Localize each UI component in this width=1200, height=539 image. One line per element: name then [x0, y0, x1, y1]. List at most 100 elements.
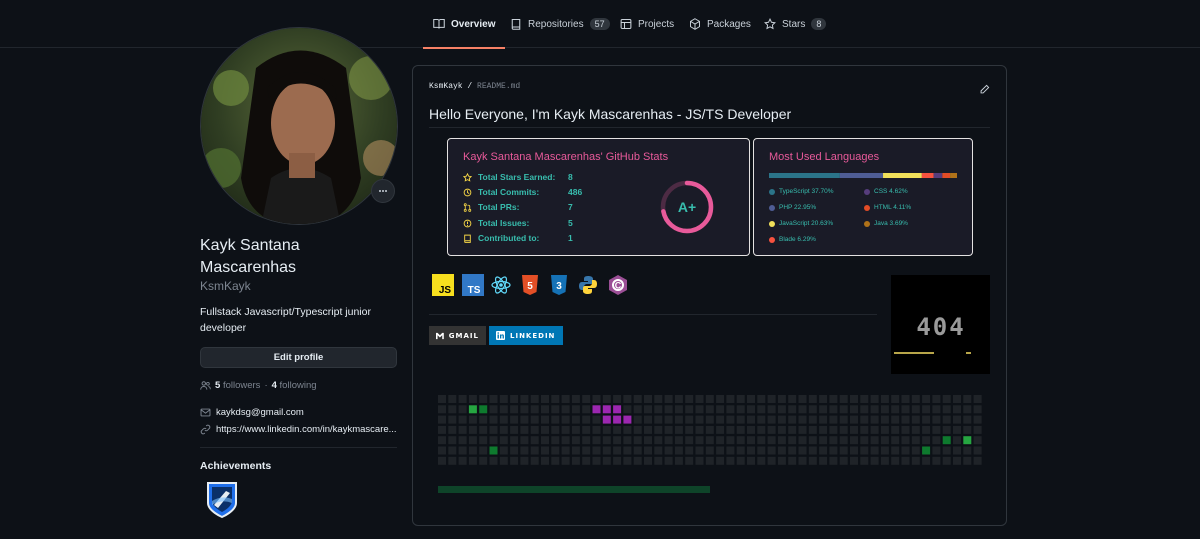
readme-owner-link[interactable]: KsmKayk	[429, 82, 463, 91]
csharp-icon-label: C	[615, 281, 622, 291]
contribution-cell	[891, 456, 900, 465]
contribution-cell	[438, 436, 446, 445]
stat-row-prs: Total PRs: 7	[463, 202, 573, 212]
contribution-cell	[860, 395, 869, 403]
contribution-cell	[891, 405, 900, 414]
gmail-badge[interactable]: GMAIL	[429, 326, 486, 345]
contribution-cell	[922, 405, 931, 414]
website-item[interactable]: https://www.linkedin.com/in/kaykmascare.…	[200, 424, 397, 435]
contribution-cell	[674, 436, 683, 445]
contribution-cell	[829, 446, 838, 455]
contribution-cell	[520, 456, 529, 465]
contribution-cell	[726, 456, 735, 465]
contribution-cell	[705, 405, 714, 414]
contribution-cell	[963, 456, 972, 465]
avatar[interactable]	[200, 27, 398, 225]
contribution-cell	[932, 456, 941, 465]
tab-stars[interactable]: Stars 8	[764, 0, 827, 48]
contribution-cell	[695, 425, 704, 434]
contribution-cell	[757, 436, 766, 445]
contribution-cell	[870, 395, 879, 403]
tab-label: Repositories	[528, 18, 584, 30]
contribution-cell	[963, 425, 972, 434]
contribution-cell	[438, 415, 446, 424]
following-link[interactable]: 4 following	[272, 380, 317, 391]
contribution-cell	[870, 446, 879, 455]
contribution-cell	[901, 405, 910, 414]
stat-row-stars: Total Stars Earned: 8	[463, 172, 573, 182]
contribution-cell	[891, 415, 900, 424]
edit-profile-button[interactable]: Edit profile	[200, 347, 397, 368]
contribution-cell	[839, 395, 848, 403]
contribution-cell	[973, 425, 982, 434]
stat-value: 486	[568, 187, 583, 197]
contribution-cell	[911, 436, 920, 445]
contribution-cell	[530, 405, 539, 414]
rank-label: A+	[678, 199, 696, 215]
contribution-cell	[705, 415, 714, 424]
mail-icon	[200, 408, 211, 417]
contribution-cell	[716, 395, 725, 403]
contribution-cell	[716, 446, 725, 455]
contribution-cell	[571, 405, 580, 414]
tab-packages[interactable]: Packages	[689, 0, 751, 48]
contribution-cell	[942, 415, 951, 424]
contribution-cell	[932, 436, 941, 445]
tab-overview[interactable]: Overview	[422, 0, 507, 49]
contribution-cell	[468, 436, 477, 445]
pull-request-icon	[463, 202, 472, 212]
contribution-cell	[726, 415, 735, 424]
people-icon	[200, 381, 211, 390]
contribution-cell	[654, 425, 663, 434]
contribution-cell	[654, 405, 663, 414]
contribution-cell	[942, 446, 951, 455]
contribution-cell	[747, 436, 755, 445]
language-item: Java 3.69%	[864, 220, 908, 227]
contribution-cell	[644, 446, 652, 455]
top-languages-card[interactable]: Most Used Languages TypeScript 37.70% CS…	[753, 138, 973, 256]
contribution-cell	[664, 405, 673, 414]
contribution-snake-graph	[438, 395, 982, 493]
tab-repositories[interactable]: Repositories 57	[510, 0, 610, 48]
contribution-cell	[541, 425, 549, 434]
contribution-cell	[819, 415, 828, 424]
set-status-button[interactable]	[371, 179, 395, 203]
linkedin-badge[interactable]: LINKEDIN	[489, 326, 563, 345]
contribution-cell	[963, 446, 972, 455]
github-stats-card[interactable]: Kayk Santana Mascarenhas' GitHub Stats T…	[447, 138, 750, 256]
contribution-cell	[551, 395, 560, 403]
contribution-cell	[602, 446, 611, 455]
contribution-cell	[932, 446, 941, 455]
contribution-cell	[922, 395, 931, 403]
contribution-cell	[747, 456, 755, 465]
contribution-cell	[695, 436, 704, 445]
followers-link[interactable]: 5 followers	[215, 380, 260, 391]
edit-readme-button[interactable]	[979, 82, 990, 100]
contribution-cell	[489, 436, 498, 445]
contribution-cell	[819, 446, 828, 455]
contribution-cell	[716, 456, 725, 465]
contribution-cell	[757, 405, 766, 414]
contribution-cell	[901, 395, 910, 403]
email-item[interactable]: kaykdsg@gmail.com	[200, 407, 304, 418]
contribution-cell	[901, 446, 910, 455]
contribution-cell	[551, 446, 560, 455]
tab-projects[interactable]: Projects	[620, 0, 674, 48]
contribution-cell	[860, 456, 869, 465]
stat-label: Total PRs:	[478, 202, 520, 212]
achievement-badge[interactable]	[204, 481, 240, 519]
heading-underline	[429, 127, 990, 128]
readme-file: README.md	[477, 82, 521, 91]
contribution-cell	[592, 436, 601, 445]
contribution-cell	[623, 446, 632, 455]
contribution-cell	[479, 436, 488, 445]
contribution-cell	[438, 405, 446, 414]
contribution-cell	[458, 395, 467, 403]
contribution-cell	[510, 415, 519, 424]
contribution-cell	[736, 446, 745, 455]
contribution-cell	[674, 405, 683, 414]
contribution-cell	[808, 395, 817, 403]
csharp-icon: C	[609, 275, 627, 295]
contribution-cell	[551, 425, 560, 434]
table-icon	[620, 18, 632, 30]
